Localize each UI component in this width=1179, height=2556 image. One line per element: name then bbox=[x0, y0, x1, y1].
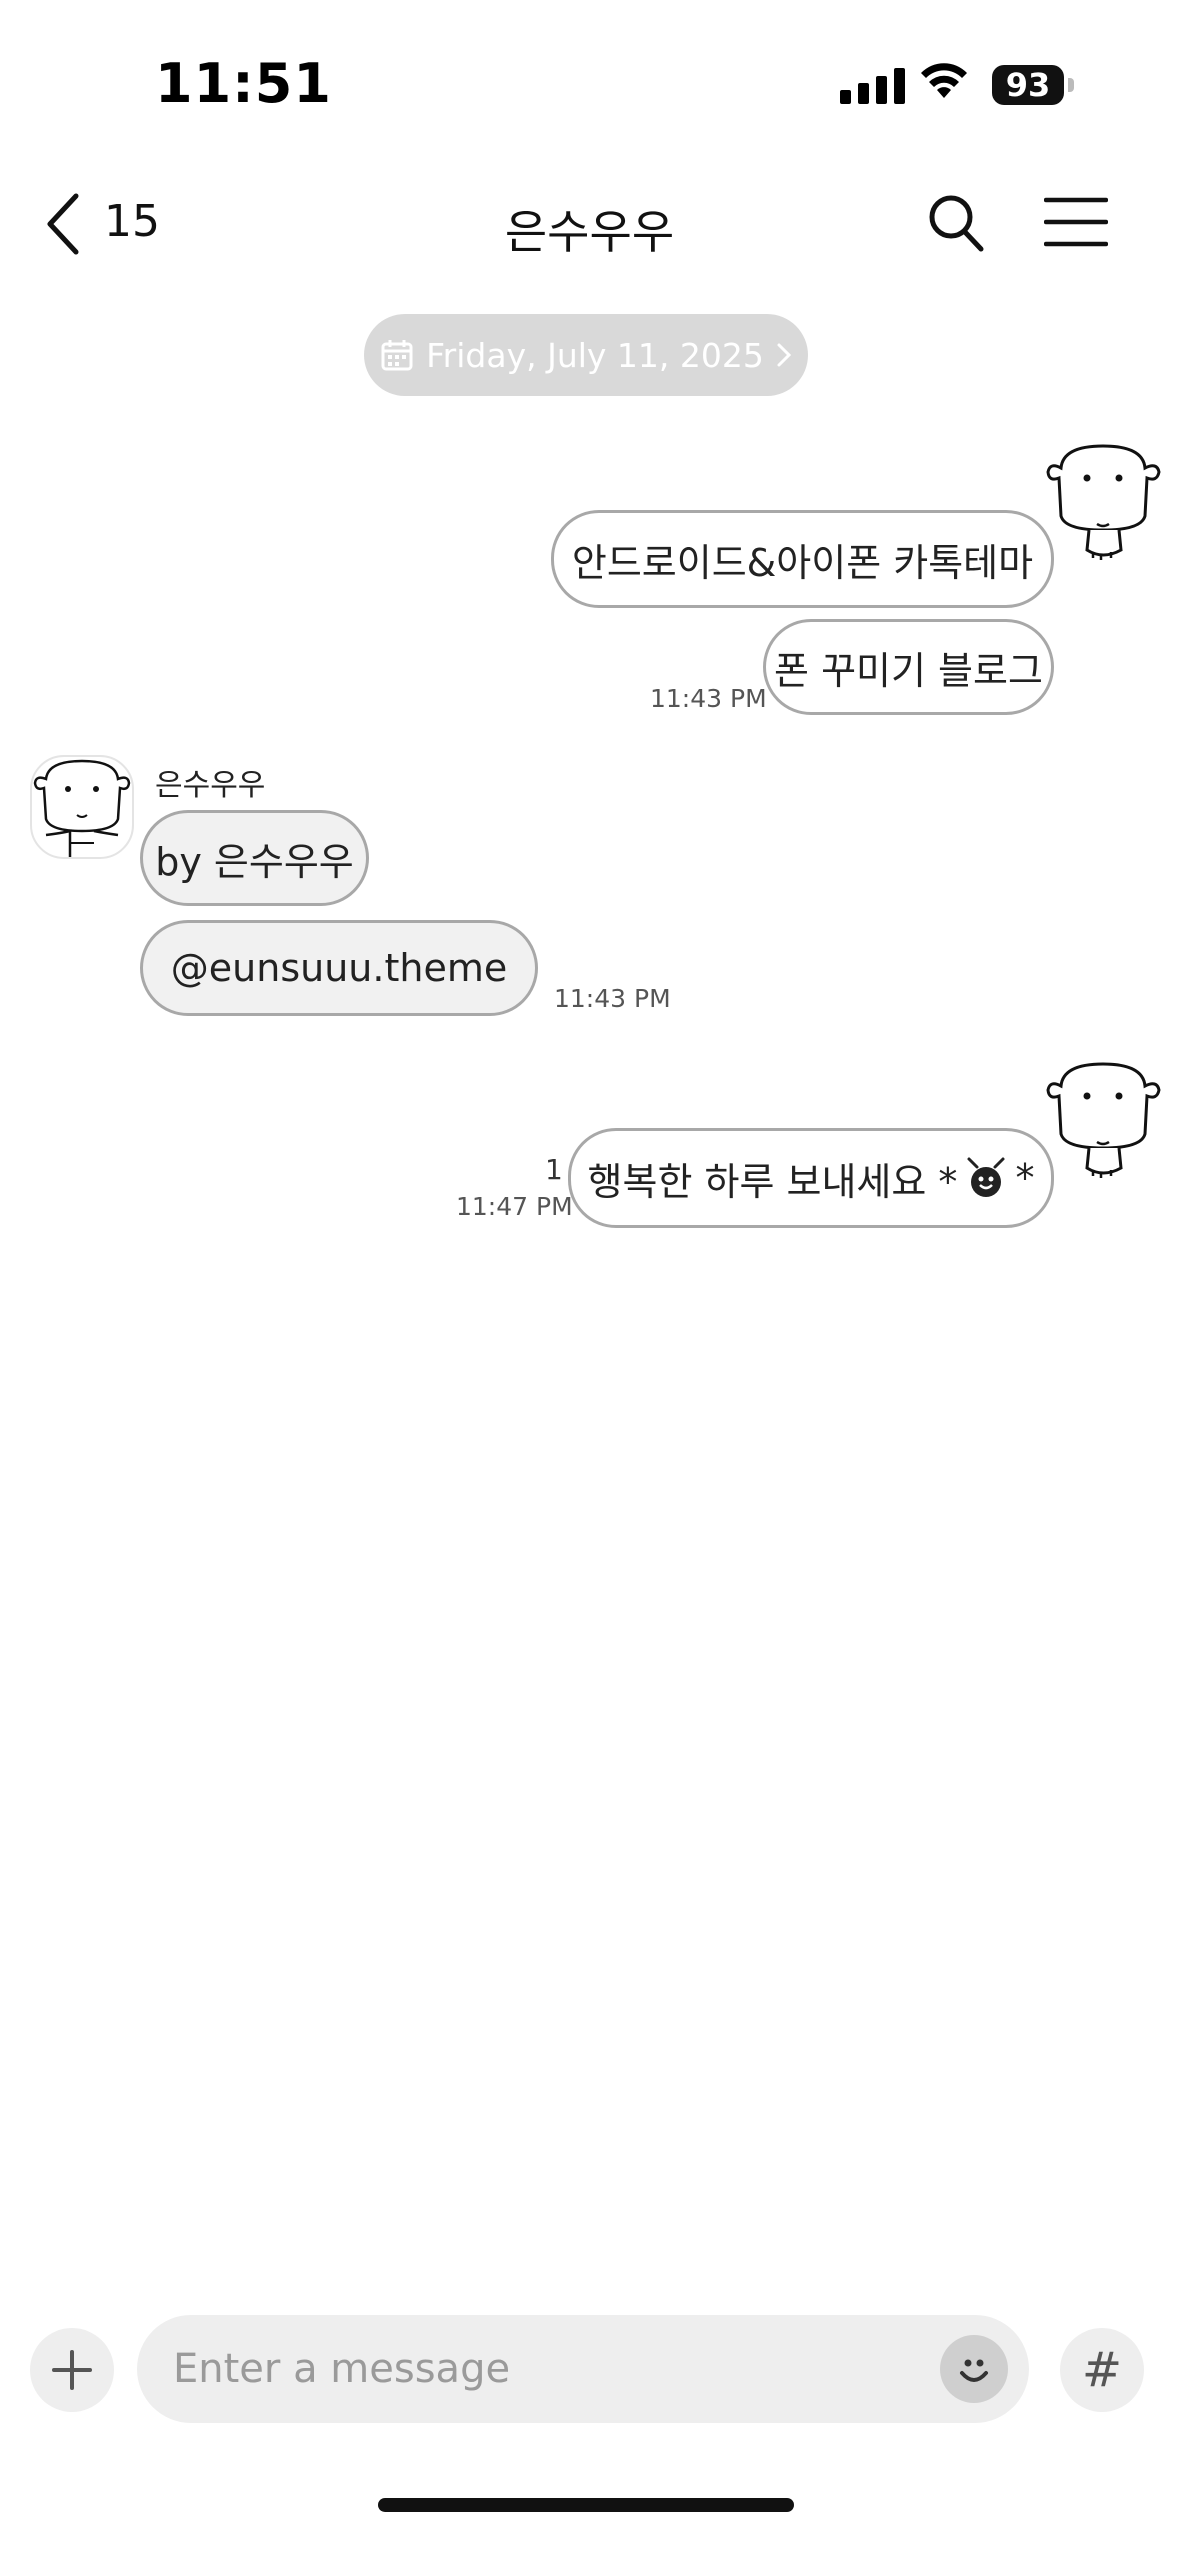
plus-icon bbox=[52, 2350, 92, 2390]
attach-plus-button[interactable] bbox=[30, 2328, 114, 2412]
message-input-placeholder: Enter a message bbox=[173, 2346, 511, 2392]
calendar-icon bbox=[381, 340, 413, 371]
message-text: 행복한 하루 보내세요 * bbox=[587, 1159, 958, 1204]
sent-message-bubble[interactable]: 폰 꾸미기 블로그 bbox=[763, 619, 1054, 715]
wifi-icon bbox=[921, 63, 967, 98]
chevron-right-icon bbox=[777, 343, 792, 367]
cellular-signal-icon bbox=[840, 68, 905, 104]
chat-title: 은수우우 bbox=[504, 205, 675, 259]
received-message-bubble[interactable]: by 은수우우 bbox=[140, 810, 369, 906]
battery-tip bbox=[1068, 78, 1074, 92]
home-indicator[interactable] bbox=[378, 2498, 794, 2512]
status-time: 11:51 bbox=[155, 52, 332, 115]
sender-name: 은수우우 bbox=[155, 768, 266, 803]
hashtag-button[interactable]: # bbox=[1060, 2328, 1144, 2412]
dog-sticker-avatar-icon bbox=[1046, 1062, 1161, 1178]
date-label: Friday, July 11, 2025 bbox=[426, 335, 764, 375]
message-input[interactable]: Enter a message bbox=[137, 2315, 1029, 2423]
sent-message-bubble[interactable]: 행복한 하루 보내세요 * * bbox=[568, 1128, 1054, 1228]
sent-message-bubble[interactable]: 안드로이드&아이폰 카톡테마 bbox=[551, 510, 1054, 608]
message-timestamp: 11:43 PM bbox=[554, 984, 671, 1013]
message-timestamp: 11:43 PM bbox=[650, 684, 767, 713]
date-divider[interactable]: Friday, July 11, 2025 bbox=[364, 314, 808, 396]
emoticon-button[interactable] bbox=[940, 2335, 1008, 2403]
smiley-icon bbox=[960, 2359, 988, 2382]
received-message-bubble[interactable]: @eunsuuu.theme bbox=[140, 920, 538, 1016]
message-text: * bbox=[1015, 1156, 1035, 1200]
battery-indicator: 93 bbox=[992, 65, 1064, 105]
menu-icon[interactable] bbox=[1044, 196, 1108, 248]
smiley-face-icon bbox=[967, 1157, 1005, 1197]
dog-sticker-avatar-icon bbox=[1046, 444, 1161, 560]
message-timestamp: 11:47 PM bbox=[456, 1192, 573, 1221]
avatar[interactable] bbox=[30, 755, 134, 859]
unread-count: 1 bbox=[545, 1153, 563, 1186]
dog-avatar-icon bbox=[33, 759, 131, 857]
search-icon[interactable] bbox=[926, 192, 986, 254]
